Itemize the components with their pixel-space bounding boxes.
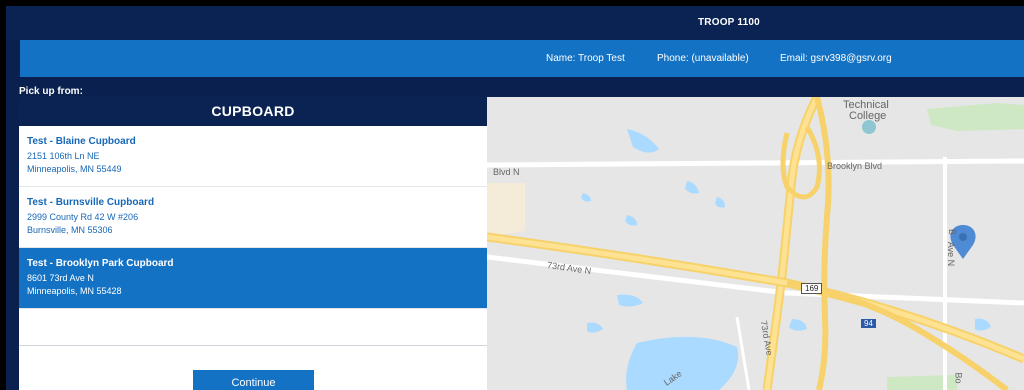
user-info-bar: Name: Troop Test Phone: (unavailable) Em… — [20, 40, 1024, 77]
continue-button[interactable]: Continue — [193, 370, 314, 390]
location-item-blaine[interactable]: Test - Blaine Cupboard 2151 106th Ln NE … — [19, 126, 487, 187]
location-city: Minneapolis, MN 55428 — [27, 286, 122, 296]
pickup-label: Pick up from: — [19, 86, 83, 97]
user-name: Name: Troop Test — [546, 53, 625, 64]
location-address: 2151 106th Ln NE — [27, 151, 100, 161]
highway-169-shield: 169 — [801, 283, 823, 294]
map-label-street-b: B — [947, 228, 958, 236]
map-label-brooklyn-blvd: Brooklyn Blvd — [827, 161, 883, 171]
location-item-brooklyn-park[interactable]: Test - Brooklyn Park Cupboard 8601 73rd … — [19, 248, 487, 309]
troop-title: TROOP 1100 — [698, 17, 760, 28]
app-window: TROOP 1100 Name: Troop Test Phone: (unav… — [6, 6, 1024, 390]
map-label-ave-n: Ave N — [946, 241, 957, 267]
map-label-college: College — [849, 110, 887, 122]
location-name: Test - Blaine Cupboard — [27, 136, 136, 147]
top-bar: TROOP 1100 — [6, 6, 1024, 40]
location-address: 2999 County Rd 42 W #206 — [27, 212, 139, 222]
location-city: Burnsville, MN 55306 — [27, 225, 113, 235]
highway-94-shield: 94 — [861, 319, 876, 328]
cupboard-panel: CUPBOARD Test - Blaine Cupboard 2151 106… — [19, 97, 487, 390]
location-address: 8601 73rd Ave N — [27, 273, 94, 283]
map-label-street-bo: Bo — [953, 372, 964, 384]
location-city: Minneapolis, MN 55449 — [27, 164, 122, 174]
map-canvas — [487, 97, 1024, 390]
map-view[interactable]: Technical College Blvd N Brooklyn Blvd 7… — [487, 97, 1024, 390]
location-name: Test - Burnsville Cupboard — [27, 197, 155, 208]
user-phone: Phone: (unavailable) — [657, 53, 749, 64]
map-label-blvd-n: Blvd N — [493, 167, 520, 177]
user-email: Email: gsrv398@gsrv.org — [780, 53, 892, 64]
cupboard-header: CUPBOARD — [19, 97, 487, 126]
location-item-burnsville[interactable]: Test - Burnsville Cupboard 2999 County R… — [19, 187, 487, 248]
location-name: Test - Brooklyn Park Cupboard — [27, 258, 174, 269]
list-spacer — [19, 309, 487, 346]
